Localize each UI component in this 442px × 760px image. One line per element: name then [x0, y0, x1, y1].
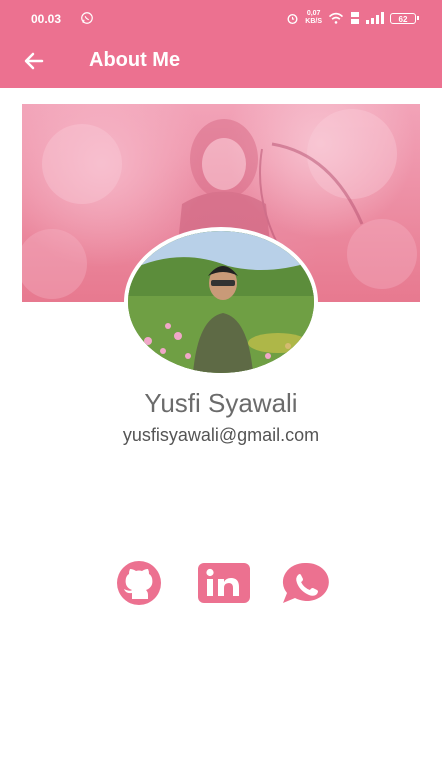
profile-photo — [128, 231, 314, 373]
wifi-icon — [328, 12, 344, 24]
status-time: 00.03 — [31, 12, 62, 26]
status-icons: 0,07 KB/S 62 — [286, 9, 419, 27]
alarm-icon — [287, 13, 298, 24]
status-bar: 00.03 0,07 KB/S 62 — [0, 0, 442, 36]
profile-email[interactable]: yusfisyawali@gmail.com — [0, 425, 442, 446]
whatsapp-notification-icon — [81, 12, 93, 24]
volte-icon — [351, 12, 359, 24]
profile-name: Yusfi Syawali — [144, 388, 298, 418]
avatar — [124, 227, 318, 377]
network-speed: 0,07 KB/S — [305, 10, 322, 26]
app-bar: 00.03 0,07 KB/S 62 About Me — [0, 0, 442, 88]
page-title: About Me — [89, 49, 181, 71]
arrow-left-icon[interactable] — [22, 49, 46, 73]
whatsapp-icon[interactable] — [277, 560, 335, 606]
signal-icon — [366, 12, 384, 24]
linkedin-icon[interactable] — [195, 560, 253, 606]
github-icon[interactable] — [110, 560, 168, 606]
network-speed-unit: KB/S — [305, 18, 322, 25]
battery-indicator: 62 — [390, 12, 419, 24]
network-speed-value: 0,07 — [306, 10, 321, 17]
